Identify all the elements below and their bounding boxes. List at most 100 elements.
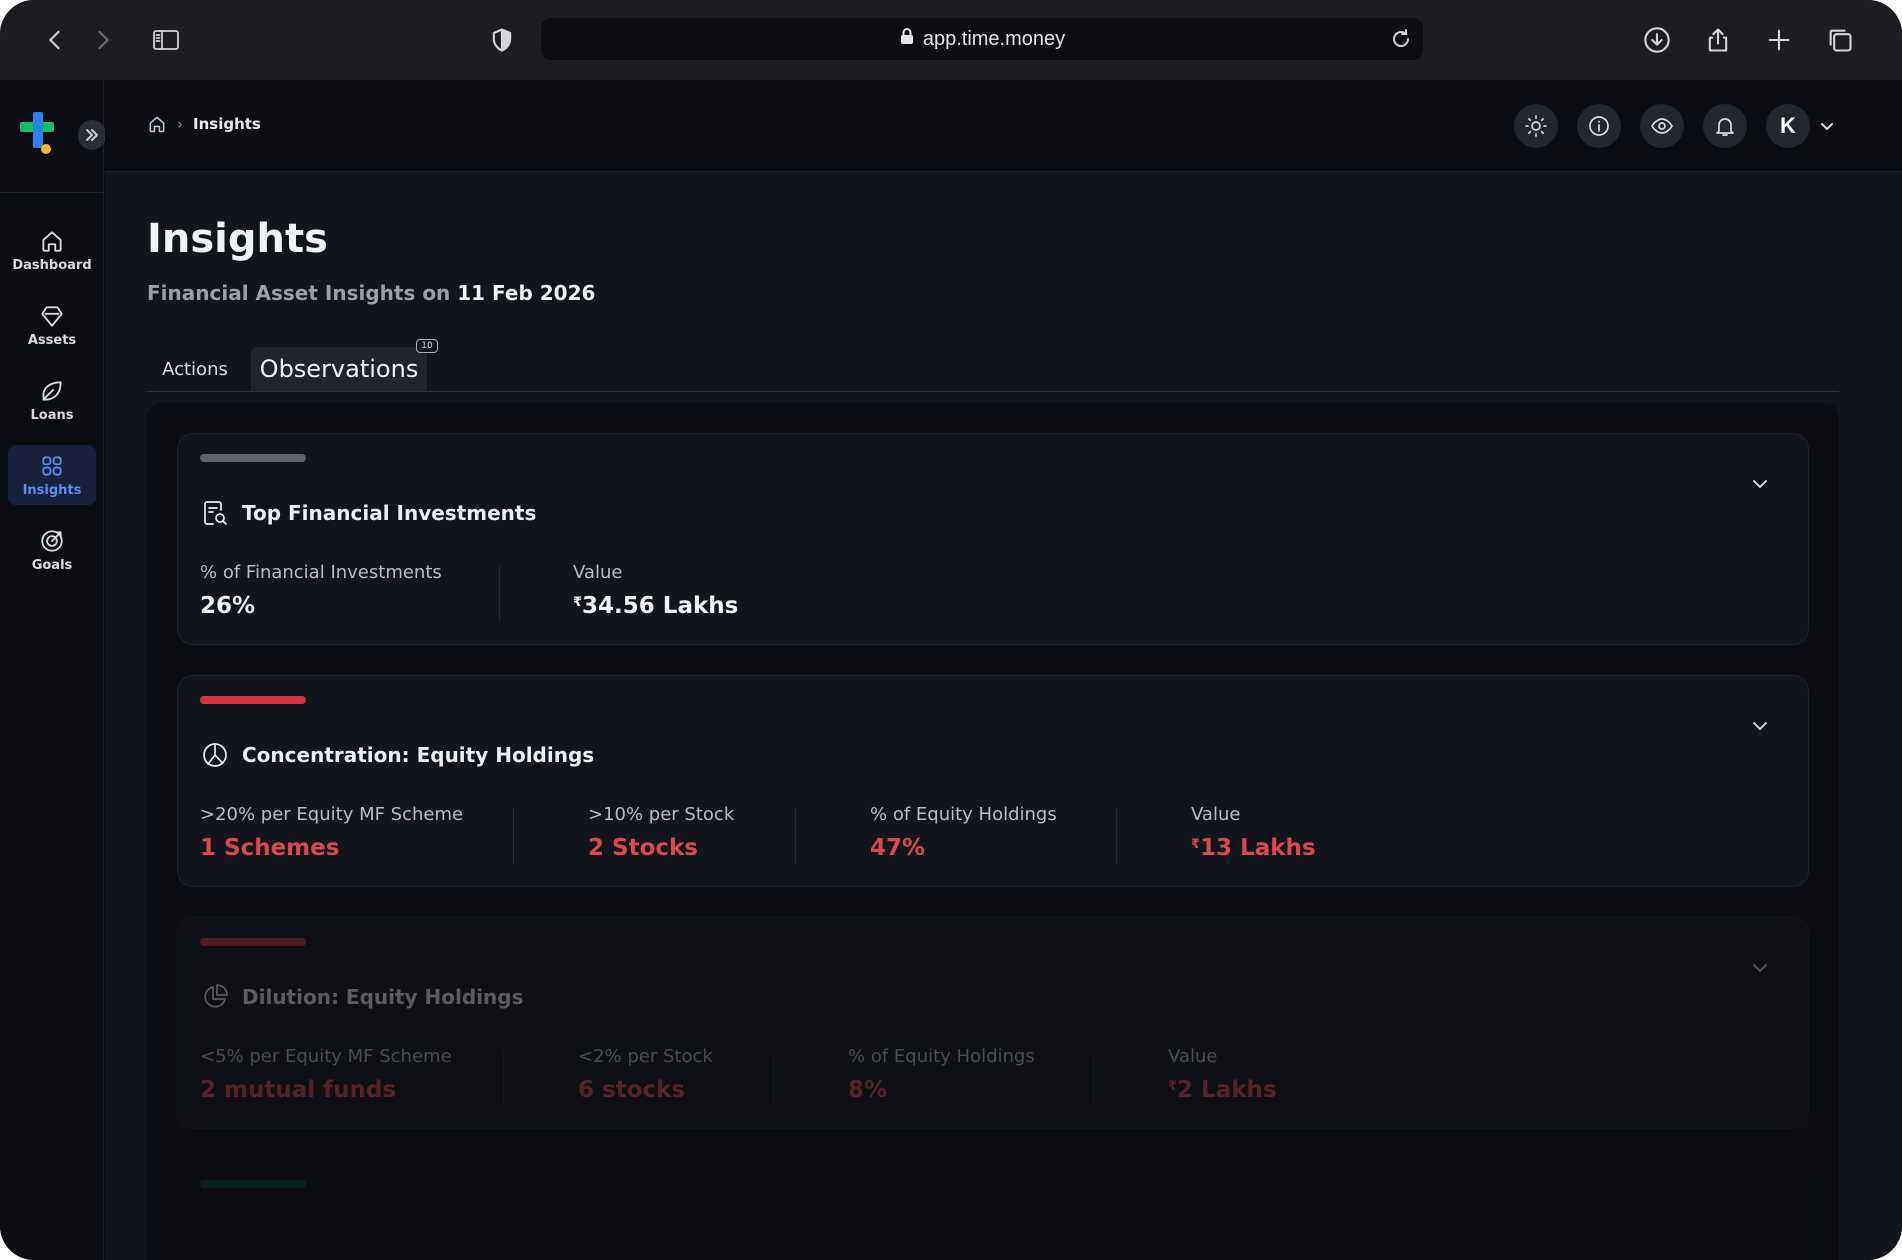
metric: <2% per Stock 6 stocks <box>504 1046 774 1106</box>
forward-icon[interactable] <box>85 22 121 58</box>
metric-label: >20% per Equity MF Scheme <box>200 804 464 825</box>
severity-bar <box>200 1180 306 1188</box>
sidebar-item-label: Assets <box>27 332 77 348</box>
metric-value: 47% <box>870 835 926 861</box>
severity-bar <box>200 696 306 704</box>
app-sidebar: Dashboard Assets Loans Insights Goals <box>0 80 106 1260</box>
eye-icon <box>1651 118 1673 134</box>
subtitle-date: 11 Feb 2026 <box>457 281 596 305</box>
card-title: Concentration: Equity Holdings <box>200 740 594 770</box>
rupee-symbol: ₹ <box>1168 1079 1178 1094</box>
metric-value-text: 2 Lakhs <box>1177 1077 1277 1103</box>
metric-label: % of Equity Holdings <box>848 1046 1035 1067</box>
sidebar-item-label: Insights <box>22 482 82 498</box>
expand-chevron-down-icon[interactable] <box>1748 714 1772 738</box>
rupee-symbol: ₹ <box>573 595 583 610</box>
metric-label: Value <box>1168 1046 1218 1067</box>
document-search-icon <box>204 501 227 525</box>
new-tab-icon[interactable] <box>1761 22 1797 58</box>
observations-count-badge: 10 <box>416 339 438 353</box>
metric: <5% per Equity MF Scheme 2 mutual funds <box>200 1046 504 1106</box>
metric: Value ₹34.56 Lakhs <box>500 562 900 622</box>
page-subtitle: Financial Asset Insights on 11 Feb 2026 <box>147 281 595 305</box>
avatar[interactable]: K <box>1766 104 1810 148</box>
pie-chart-icon <box>203 743 227 767</box>
card-title-text: Concentration: Equity Holdings <box>242 743 595 767</box>
sidebar-toggle-icon[interactable] <box>148 22 184 58</box>
metric-value: 1 Schemes <box>200 835 340 861</box>
card-title: Top Financial Investments <box>200 498 536 528</box>
bell-icon <box>1716 118 1734 136</box>
double-chevron-right-icon <box>86 129 98 141</box>
app-logo[interactable] <box>18 112 58 158</box>
rupee-symbol: ₹ <box>1191 837 1201 852</box>
insight-card-top-financial-investments[interactable]: Top Financial Investments % of Financial… <box>177 433 1809 645</box>
tab-overview-icon[interactable] <box>1822 22 1858 58</box>
sun-icon <box>1525 115 1547 137</box>
metric-label: >10% per Stock <box>588 804 735 825</box>
home-icon <box>42 230 62 252</box>
card-metrics: <5% per Equity MF Scheme 2 mutual funds … <box>200 1046 1394 1106</box>
metric: Value ₹13 Lakhs <box>1117 804 1417 864</box>
expand-sidebar-button[interactable] <box>78 120 106 150</box>
metric-label: Value <box>573 562 623 583</box>
share-icon[interactable] <box>1700 22 1736 58</box>
metric-value: ₹34.56 Lakhs <box>573 593 900 619</box>
sidebar-item-loans[interactable]: Loans <box>8 370 96 430</box>
observations-panel: Top Financial Investments % of Financial… <box>147 403 1839 1260</box>
sidebar-item-assets[interactable]: Assets <box>8 295 96 355</box>
back-icon[interactable] <box>37 22 73 58</box>
url-text: app.time.money <box>922 27 1066 50</box>
visibility-toggle-button[interactable] <box>1640 104 1684 148</box>
sidebar-item-goals[interactable]: Goals <box>8 520 96 580</box>
breadcrumb: › Insights <box>147 114 261 134</box>
breadcrumb-separator: › <box>177 115 183 133</box>
metric-value: 26% <box>200 593 256 619</box>
info-button[interactable] <box>1577 104 1621 148</box>
sidebar-nav: Dashboard Assets Loans Insights Goals <box>8 220 96 595</box>
page-title: Insights <box>147 216 328 262</box>
sidebar-item-dashboard[interactable]: Dashboard <box>8 220 96 280</box>
tab-actions[interactable]: Actions <box>147 347 243 391</box>
address-bar[interactable]: app.time.money <box>541 18 1423 60</box>
insight-card-partial[interactable] <box>177 1159 1809 1260</box>
chevron-down-icon[interactable] <box>1817 116 1837 136</box>
insight-card-dilution-equity[interactable]: Dilution: Equity Holdings <5% per Equity… <box>177 917 1809 1129</box>
target-icon <box>41 529 63 552</box>
insight-card-concentration-equity[interactable]: Concentration: Equity Holdings >20% per … <box>177 675 1809 887</box>
metric-value: ₹2 Lakhs <box>1168 1077 1394 1103</box>
subtitle-prefix: Financial Asset Insights on <box>147 281 451 305</box>
metric-value: 2 Stocks <box>588 835 698 861</box>
card-metrics: >20% per Equity MF Scheme 1 Schemes >10%… <box>200 804 1417 864</box>
grid-icon <box>42 455 62 476</box>
severity-bar <box>200 454 306 462</box>
metric-label: % of Equity Holdings <box>870 804 1057 825</box>
sidebar-item-label: Loans <box>30 407 74 423</box>
metric: % of Financial Investments 26% <box>200 562 500 622</box>
metric: >10% per Stock 2 Stocks <box>514 804 796 864</box>
lock-icon <box>899 27 915 51</box>
sidebar-item-label: Goals <box>31 557 73 573</box>
download-icon[interactable] <box>1639 22 1675 58</box>
main-content: › Insights K Insights Financial Asset In… <box>105 80 1902 1260</box>
metric-value-text: 13 Lakhs <box>1200 835 1316 861</box>
expand-chevron-down-icon[interactable] <box>1748 956 1772 980</box>
leaf-icon <box>42 380 62 401</box>
card-title: Dilution: Equity Holdings <box>200 982 524 1012</box>
app-header: › Insights K <box>105 80 1902 172</box>
expand-chevron-down-icon[interactable] <box>1748 472 1772 496</box>
metric: Value ₹2 Lakhs <box>1094 1046 1394 1106</box>
reload-icon[interactable] <box>1389 27 1413 51</box>
metric: % of Equity Holdings 8% <box>774 1046 1094 1106</box>
tab-observations[interactable]: Observations <box>251 347 427 391</box>
browser-toolbar: app.time.money <box>0 0 1902 80</box>
home-icon[interactable] <box>147 114 167 134</box>
privacy-shield-icon[interactable] <box>484 22 520 58</box>
metric: >20% per Equity MF Scheme 1 Schemes <box>200 804 514 864</box>
notifications-button[interactable] <box>1703 104 1747 148</box>
sidebar-item-insights[interactable]: Insights <box>8 445 96 505</box>
insight-tabs: Actions Observations 10 <box>147 339 1839 392</box>
diamond-icon <box>41 305 63 327</box>
metric-label: <5% per Equity MF Scheme <box>200 1046 452 1067</box>
theme-toggle-button[interactable] <box>1514 104 1558 148</box>
